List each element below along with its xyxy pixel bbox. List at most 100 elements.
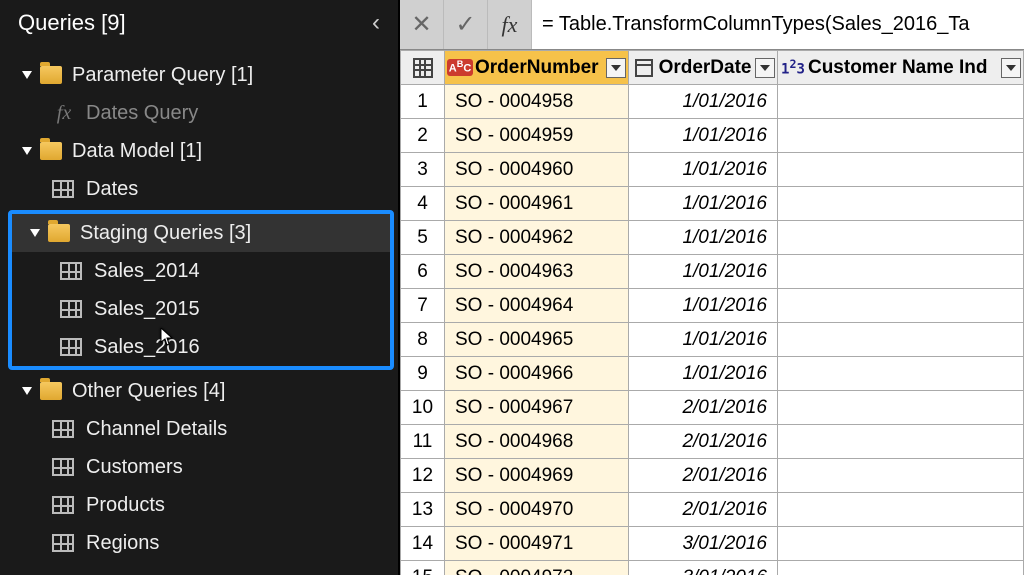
cell[interactable]: 3/01/2016 bbox=[628, 527, 777, 561]
cell[interactable]: SO - 0004961 bbox=[445, 187, 629, 221]
cell[interactable] bbox=[777, 459, 1023, 493]
cell[interactable]: SO - 0004966 bbox=[445, 357, 629, 391]
table-row[interactable]: 10SO - 00049672/01/2016 bbox=[401, 391, 1024, 425]
tree-folder[interactable]: Parameter Query [1] bbox=[4, 56, 398, 94]
row-number[interactable]: 3 bbox=[401, 153, 445, 187]
row-number[interactable]: 7 bbox=[401, 289, 445, 323]
row-number[interactable]: 6 bbox=[401, 255, 445, 289]
table-row[interactable]: 4SO - 00049611/01/2016 bbox=[401, 187, 1024, 221]
cell[interactable] bbox=[777, 357, 1023, 391]
cell[interactable] bbox=[777, 119, 1023, 153]
collapse-sidebar-button[interactable]: ‹ bbox=[372, 11, 380, 35]
cell[interactable]: 2/01/2016 bbox=[628, 459, 777, 493]
cell[interactable] bbox=[777, 289, 1023, 323]
cell[interactable]: 2/01/2016 bbox=[628, 493, 777, 527]
formula-input[interactable] bbox=[532, 0, 1024, 49]
column-filter-button[interactable] bbox=[606, 58, 626, 78]
column-header[interactable]: 123Customer Name Ind bbox=[777, 51, 1023, 85]
expand-toggle-icon[interactable] bbox=[22, 147, 32, 155]
cell[interactable] bbox=[777, 391, 1023, 425]
cell[interactable]: SO - 0004970 bbox=[445, 493, 629, 527]
table-row[interactable]: 13SO - 00049702/01/2016 bbox=[401, 493, 1024, 527]
row-number[interactable]: 4 bbox=[401, 187, 445, 221]
tree-query[interactable]: Sales_2016 bbox=[12, 328, 390, 366]
table-row[interactable]: 6SO - 00049631/01/2016 bbox=[401, 255, 1024, 289]
cell[interactable]: 2/01/2016 bbox=[628, 391, 777, 425]
cell[interactable]: SO - 0004959 bbox=[445, 119, 629, 153]
table-row[interactable]: 11SO - 00049682/01/2016 bbox=[401, 425, 1024, 459]
column-filter-button[interactable] bbox=[755, 58, 775, 78]
cell[interactable]: SO - 0004968 bbox=[445, 425, 629, 459]
row-number[interactable]: 9 bbox=[401, 357, 445, 391]
table-row[interactable]: 14SO - 00049713/01/2016 bbox=[401, 527, 1024, 561]
cell[interactable]: SO - 0004963 bbox=[445, 255, 629, 289]
formula-cancel-button[interactable]: ✕ bbox=[400, 0, 444, 49]
cell[interactable]: SO - 0004972 bbox=[445, 561, 629, 575]
tree-folder[interactable]: Other Queries [4] bbox=[4, 372, 398, 410]
cell[interactable] bbox=[777, 323, 1023, 357]
tree-query[interactable]: Sales_2015 bbox=[12, 290, 390, 328]
table-row[interactable]: 7SO - 00049641/01/2016 bbox=[401, 289, 1024, 323]
tree-folder[interactable]: Data Model [1] bbox=[4, 132, 398, 170]
row-number[interactable]: 8 bbox=[401, 323, 445, 357]
row-number[interactable]: 5 bbox=[401, 221, 445, 255]
tree-query[interactable]: fxDates Query bbox=[4, 94, 398, 132]
cell[interactable]: SO - 0004958 bbox=[445, 85, 629, 119]
row-number[interactable]: 11 bbox=[401, 425, 445, 459]
cell[interactable]: 1/01/2016 bbox=[628, 153, 777, 187]
table-row[interactable]: 12SO - 00049692/01/2016 bbox=[401, 459, 1024, 493]
cell[interactable]: 2/01/2016 bbox=[628, 425, 777, 459]
cell[interactable] bbox=[777, 425, 1023, 459]
tree-query[interactable]: Channel Details bbox=[4, 410, 398, 448]
formula-fx-button[interactable]: fx bbox=[488, 0, 532, 49]
cell[interactable] bbox=[777, 85, 1023, 119]
data-grid[interactable]: ABCOrderNumberOrderDate123Customer Name … bbox=[400, 50, 1024, 575]
table-row[interactable]: 15SO - 00049723/01/2016 bbox=[401, 561, 1024, 575]
cell[interactable]: SO - 0004965 bbox=[445, 323, 629, 357]
table-row[interactable]: 8SO - 00049651/01/2016 bbox=[401, 323, 1024, 357]
cell[interactable]: 1/01/2016 bbox=[628, 187, 777, 221]
cell[interactable] bbox=[777, 561, 1023, 575]
cell[interactable] bbox=[777, 153, 1023, 187]
tree-query[interactable]: Customers bbox=[4, 448, 398, 486]
table-row[interactable]: 5SO - 00049621/01/2016 bbox=[401, 221, 1024, 255]
cell[interactable]: 1/01/2016 bbox=[628, 221, 777, 255]
expand-toggle-icon[interactable] bbox=[22, 387, 32, 395]
cell[interactable]: 1/01/2016 bbox=[628, 255, 777, 289]
cell[interactable]: 1/01/2016 bbox=[628, 357, 777, 391]
cell[interactable]: 1/01/2016 bbox=[628, 119, 777, 153]
cell[interactable]: SO - 0004969 bbox=[445, 459, 629, 493]
row-number[interactable]: 10 bbox=[401, 391, 445, 425]
row-number[interactable]: 12 bbox=[401, 459, 445, 493]
table-row[interactable]: 9SO - 00049661/01/2016 bbox=[401, 357, 1024, 391]
formula-commit-button[interactable]: ✓ bbox=[444, 0, 488, 49]
cell[interactable] bbox=[777, 187, 1023, 221]
column-header[interactable]: ABCOrderNumber bbox=[445, 51, 629, 85]
row-number[interactable]: 14 bbox=[401, 527, 445, 561]
row-number[interactable]: 15 bbox=[401, 561, 445, 575]
row-number[interactable]: 2 bbox=[401, 119, 445, 153]
row-number[interactable]: 13 bbox=[401, 493, 445, 527]
table-row[interactable]: 1SO - 00049581/01/2016 bbox=[401, 85, 1024, 119]
cell[interactable]: 1/01/2016 bbox=[628, 323, 777, 357]
tree-query[interactable]: Products bbox=[4, 486, 398, 524]
cell[interactable] bbox=[777, 527, 1023, 561]
cell[interactable]: SO - 0004962 bbox=[445, 221, 629, 255]
tree-query[interactable]: Dates bbox=[4, 170, 398, 208]
cell[interactable]: SO - 0004967 bbox=[445, 391, 629, 425]
cell[interactable]: SO - 0004964 bbox=[445, 289, 629, 323]
tree-folder[interactable]: Staging Queries [3] bbox=[12, 214, 390, 252]
cell[interactable]: 1/01/2016 bbox=[628, 289, 777, 323]
cell[interactable] bbox=[777, 493, 1023, 527]
tree-query[interactable]: Regions bbox=[4, 524, 398, 562]
cell[interactable] bbox=[777, 255, 1023, 289]
expand-toggle-icon[interactable] bbox=[22, 71, 32, 79]
tree-query[interactable]: Sales_2014 bbox=[12, 252, 390, 290]
cell[interactable] bbox=[777, 221, 1023, 255]
cell[interactable]: SO - 0004971 bbox=[445, 527, 629, 561]
cell[interactable]: SO - 0004960 bbox=[445, 153, 629, 187]
table-row[interactable]: 3SO - 00049601/01/2016 bbox=[401, 153, 1024, 187]
select-all-corner[interactable] bbox=[401, 51, 445, 85]
table-row[interactable]: 2SO - 00049591/01/2016 bbox=[401, 119, 1024, 153]
expand-toggle-icon[interactable] bbox=[30, 229, 40, 237]
